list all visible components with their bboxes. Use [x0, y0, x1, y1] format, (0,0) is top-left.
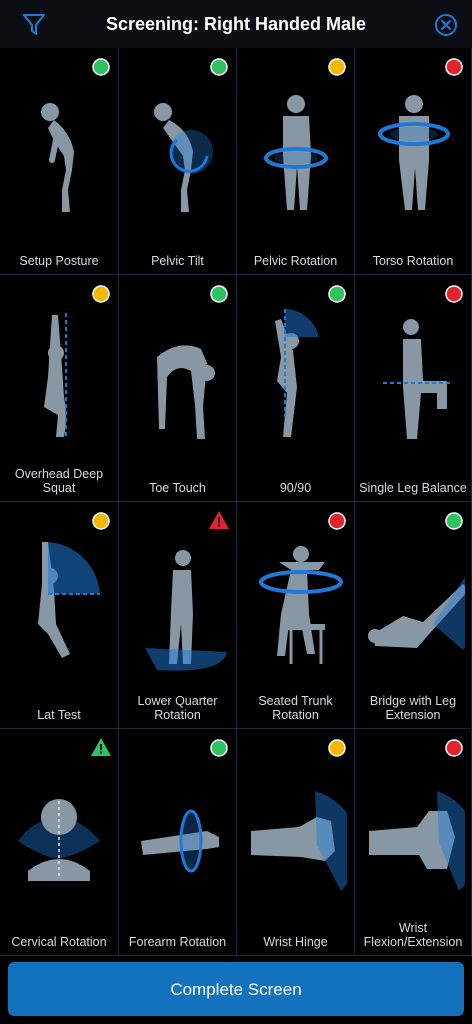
test-label: Setup Posture [19, 254, 99, 268]
test-label: Torso Rotation [372, 254, 454, 268]
header-bar: Screening: Right Handed Male [0, 0, 472, 49]
exercise-figure-icon [368, 576, 465, 650]
test-card[interactable]: Pelvic Rotation [237, 48, 355, 275]
test-card[interactable]: Wrist Hinge [237, 729, 355, 956]
status-dot-icon [328, 58, 346, 76]
status-dot-icon [92, 512, 110, 530]
test-card[interactable]: Lat Test [0, 502, 119, 729]
exercise-figure-icon [154, 103, 213, 212]
test-card[interactable]: Pelvic Tilt [119, 48, 237, 275]
exercise-figure-icon [251, 791, 347, 891]
test-card[interactable]: Forearm Rotation [119, 729, 237, 956]
test-label: Single Leg Balance [359, 481, 467, 495]
page-title: Screening: Right Handed Male [105, 14, 367, 34]
test-card[interactable]: Single Leg Balance [355, 275, 472, 502]
test-card[interactable]: Cervical Rotation [0, 729, 119, 956]
test-card[interactable]: Lower Quarter Rotation [119, 502, 237, 729]
status-dot-icon [445, 512, 463, 530]
status-dot-icon [92, 58, 110, 76]
complete-screen-button[interactable]: Complete Screen [8, 962, 464, 1016]
status-dot-icon [445, 58, 463, 76]
exercise-figure-icon [44, 313, 67, 437]
test-card[interactable]: Overhead Deep Squat [0, 275, 119, 502]
test-card[interactable]: Seated Trunk Rotation [237, 502, 355, 729]
exercise-figure-icon [378, 95, 450, 210]
exercise-figure-icon [264, 95, 328, 210]
warning-triangle-icon [91, 738, 111, 756]
close-circle-icon[interactable] [434, 13, 458, 37]
status-dot-icon [445, 739, 463, 757]
exercise-figure-icon [383, 319, 453, 439]
test-label: Toe Touch [149, 481, 206, 495]
exercise-figure-icon [369, 791, 465, 891]
test-card[interactable]: Wrist Flexion/Extension [355, 729, 472, 956]
test-card[interactable]: Toe Touch [119, 275, 237, 502]
warning-triangle-icon [209, 511, 229, 529]
test-label: Seated Trunk Rotation [258, 694, 333, 722]
test-card[interactable]: Bridge with Leg Extension [355, 502, 472, 729]
test-label: Bridge with Leg Extension [369, 694, 457, 722]
test-label: Pelvic Tilt [151, 254, 204, 268]
test-card[interactable]: Torso Rotation [355, 48, 472, 275]
status-dot-icon [328, 739, 346, 757]
status-dot-icon [210, 285, 228, 303]
status-dot-icon [210, 58, 228, 76]
exercise-figure-icon [157, 345, 215, 439]
test-label: Overhead Deep Squat [14, 467, 104, 495]
test-label: Lower Quarter Rotation [137, 694, 218, 722]
exercise-figure-icon [259, 546, 343, 664]
test-label: Wrist Flexion/Extension [363, 921, 463, 949]
exercise-figure-icon [38, 542, 100, 658]
test-label: Pelvic Rotation [253, 254, 338, 268]
exercise-figure-icon [275, 309, 319, 437]
status-dot-icon [92, 285, 110, 303]
footer-bar: Complete Screen [0, 956, 472, 1024]
status-dot-icon [328, 512, 346, 530]
test-card[interactable]: 90/90 [237, 275, 355, 502]
screening-test-grid: Setup Posture Pelvic Tilt Pelvic Rotation T… [0, 48, 472, 956]
exercise-figure-icon [18, 799, 100, 881]
exercise-figure-icon [41, 103, 74, 212]
test-label: Cervical Rotation [11, 935, 107, 949]
test-label: 90/90 [279, 481, 312, 495]
exercise-figure-icon [141, 809, 219, 873]
test-label: Lat Test [37, 708, 81, 722]
status-dot-icon [210, 739, 228, 757]
status-dot-icon [328, 285, 346, 303]
status-dot-icon [445, 285, 463, 303]
exercise-figure-icon [145, 550, 227, 671]
test-label: Forearm Rotation [128, 935, 227, 949]
test-card[interactable]: Setup Posture [0, 48, 119, 275]
test-label: Wrist Hinge [263, 935, 328, 949]
